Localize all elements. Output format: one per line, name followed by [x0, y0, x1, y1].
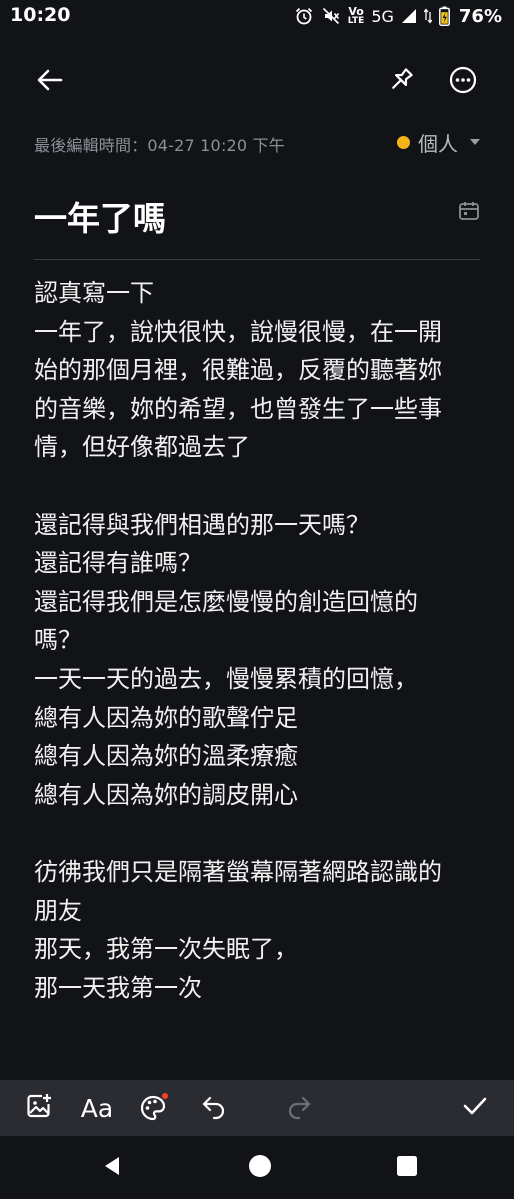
- recents-square-icon: [396, 1155, 418, 1181]
- note-line: 總有人因為妳的溫柔療癒: [34, 742, 298, 771]
- text-format-button[interactable]: Aa: [75, 1086, 119, 1130]
- note-line: 一天一天的過去，慢慢累積的回憶，: [34, 664, 418, 693]
- edit-timestamp: 最後編輯時間：04-27 10:20 下午: [34, 136, 285, 155]
- folder-color-dot: [397, 135, 410, 149]
- done-button[interactable]: [453, 1086, 497, 1130]
- battery-icon: [438, 6, 450, 26]
- alarm-icon: [294, 6, 314, 26]
- status-time: 10:20: [10, 4, 71, 26]
- folder-label: 個人: [418, 131, 458, 156]
- new-indicator-dot: [162, 1093, 168, 1099]
- insert-image-button[interactable]: [17, 1086, 61, 1130]
- volte-bottom-label: LTE: [347, 16, 365, 26]
- back-button[interactable]: [28, 60, 72, 104]
- network-label: 5G: [371, 6, 394, 26]
- redo-icon: [285, 1092, 313, 1124]
- note-line: 總有人因為妳的歌聲佇足: [34, 703, 298, 732]
- theme-button[interactable]: [131, 1086, 175, 1130]
- note-body[interactable]: 認真寫一下一年了，說快很快，說慢很慢，在一開 始的那個月裡，很難過，反覆的聽著妳的…: [34, 274, 484, 1080]
- note-line: 認真寫一下: [34, 279, 154, 307]
- system-back-button[interactable]: [90, 1146, 134, 1190]
- undo-icon: [200, 1092, 228, 1124]
- more-options-icon: [448, 65, 478, 99]
- note-line: 始的那個月裡，很難過，反覆的聽著妳: [34, 356, 442, 385]
- note-line: [34, 814, 484, 853]
- pin-icon: [387, 66, 415, 98]
- note-line: 嗎？: [34, 626, 82, 655]
- system-nav-bar: [0, 1136, 514, 1199]
- edit-toolbar: Aa: [0, 1080, 514, 1136]
- volte-icon: Vo LTE: [348, 6, 365, 26]
- note-line: 彷彿我們只是隔著螢幕隔著網路認識的: [34, 857, 442, 886]
- pin-button[interactable]: [379, 60, 423, 104]
- text-format-icon: Aa: [80, 1093, 114, 1123]
- undo-button[interactable]: [192, 1086, 236, 1130]
- note-line: 還記得我們是怎麼慢慢的創造回憶的: [34, 587, 418, 616]
- status-bar: 10:20 Vo LTE 5G 76%: [0, 0, 514, 34]
- title-divider: [34, 259, 480, 260]
- data-arrows-icon: [423, 8, 432, 24]
- home-circle-icon: [248, 1154, 272, 1182]
- checkmark-icon: [461, 1092, 489, 1124]
- note-meta: 最後編輯時間：04-27 10:20 下午 個人: [34, 128, 480, 158]
- note-toolbar: [0, 52, 514, 112]
- note-line: 那一天我第一次: [34, 973, 202, 1002]
- note-line: 的音樂，妳的希望，也曾發生了一些事: [34, 394, 442, 423]
- folder-selector[interactable]: 個人: [397, 128, 480, 156]
- note-line: 一年了，說快很快，說慢很慢，在一開: [34, 317, 442, 346]
- system-home-button[interactable]: [238, 1146, 282, 1190]
- system-recents-button[interactable]: [385, 1146, 429, 1190]
- back-arrow-icon: [36, 66, 64, 98]
- calendar-icon[interactable]: [458, 200, 480, 222]
- note-title[interactable]: 一年了嗎: [34, 192, 166, 240]
- image-add-icon: [25, 1092, 53, 1124]
- back-triangle-icon: [100, 1154, 124, 1182]
- battery-percent: 76%: [458, 5, 502, 27]
- note-line: [34, 467, 484, 506]
- note-line: 朋友: [34, 896, 82, 925]
- note-line: 還記得與我們相遇的那一天嗎？: [34, 510, 370, 539]
- dropdown-caret-icon: [470, 139, 480, 145]
- status-icons: Vo LTE 5G 76%: [294, 4, 502, 28]
- note-line: 那天，我第一次失眠了，: [34, 935, 298, 964]
- more-options-button[interactable]: [441, 60, 485, 104]
- palette-icon: [138, 1093, 168, 1123]
- redo-button[interactable]: [277, 1086, 321, 1130]
- note-line: 總有人因為妳的調皮開心: [34, 780, 298, 809]
- mute-icon: [321, 6, 341, 26]
- signal-icon: [401, 8, 417, 24]
- note-line: 情，但好像都過去了: [34, 433, 250, 462]
- note-line: 還記得有誰嗎？: [34, 549, 202, 578]
